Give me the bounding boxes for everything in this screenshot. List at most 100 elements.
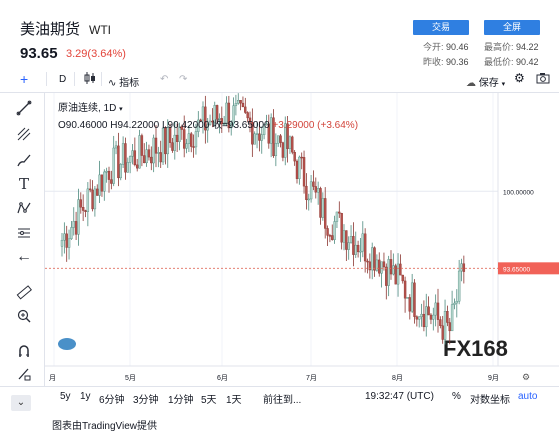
camera-icon[interactable] [536, 72, 550, 87]
candle-body [175, 134, 179, 142]
candle-body [382, 261, 386, 268]
goto-date-button[interactable]: 前往到... [263, 391, 301, 406]
settings-gear-icon[interactable]: ⚙ [514, 71, 525, 85]
range-button-4[interactable]: 1分钟 [168, 391, 194, 406]
stat-high: 最高价: 94.22 [484, 42, 539, 52]
range-button-6[interactable]: 1天 [226, 391, 242, 406]
candle-body [103, 171, 106, 192]
x-tick-label: 7月 [306, 374, 317, 382]
current-price-label: 93.65000 [503, 266, 530, 273]
candle-body [105, 170, 108, 173]
candle-body [131, 150, 134, 157]
back-arrow-icon[interactable]: ← [14, 247, 34, 267]
candle-body [443, 311, 447, 340]
candle-body [60, 239, 64, 247]
candle-body [309, 181, 313, 200]
candle-body [159, 152, 162, 163]
candle-body [314, 186, 317, 193]
ruler-icon[interactable] [14, 282, 34, 302]
candle-body [387, 259, 390, 286]
candle-body [462, 263, 466, 272]
candle-body [418, 316, 421, 320]
candle-body [378, 259, 381, 274]
brush-icon[interactable] [14, 150, 34, 170]
redo-icon[interactable]: ↷ [179, 74, 187, 85]
candle-body [65, 233, 68, 248]
candle-body [98, 174, 101, 196]
measure-tool-icon[interactable] [14, 223, 34, 243]
candle-body [96, 188, 99, 196]
candle-type-icon[interactable] [84, 71, 96, 88]
candle-body [133, 150, 137, 166]
candle-body [150, 156, 153, 164]
interval-selector[interactable]: D [59, 74, 66, 85]
candle-body [324, 198, 327, 229]
collapse-toolbar-icon[interactable]: ⌄ [11, 395, 31, 411]
candle-body [274, 143, 278, 157]
candle-body [338, 211, 341, 214]
candle-body [392, 265, 395, 275]
candle-body [361, 233, 364, 252]
candle-body [171, 142, 174, 151]
range-button-1[interactable]: 1y [80, 391, 91, 402]
utc-clock: 19:32:47 (UTC) [365, 391, 434, 402]
candle-body [363, 233, 367, 262]
text-tool-icon[interactable]: T [14, 174, 34, 194]
pattern-tool-icon[interactable] [14, 198, 34, 218]
range-button-0[interactable]: 5y [60, 391, 71, 402]
price-chart[interactable]: 月 5月 6月 7月 8月 9月 100.00000 FX168 93.65000 ⚙ [45, 93, 559, 386]
candle-body [164, 127, 167, 155]
candle-body [359, 250, 362, 253]
magnet-icon[interactable] [14, 341, 34, 361]
candle-body [288, 136, 292, 149]
candle-body [237, 100, 240, 104]
candle-body [380, 261, 383, 274]
candle-body [335, 211, 339, 222]
candle-body [396, 263, 400, 285]
chart-legend-title: 原油连续, 1D ▾ [58, 103, 123, 114]
crosshair-icon[interactable]: + [20, 71, 28, 87]
candle-body [194, 131, 198, 148]
candle-body [281, 142, 285, 158]
candle-body [319, 188, 322, 218]
trend-line-icon[interactable] [14, 98, 34, 118]
candle-body [408, 297, 411, 312]
candle-body [401, 274, 404, 282]
range-button-5[interactable]: 5天 [201, 391, 217, 406]
candle-body [340, 213, 343, 243]
candle-body [460, 263, 463, 272]
range-button-2[interactable]: 6分钟 [99, 391, 125, 406]
candle-body [121, 143, 125, 165]
save-button[interactable]: ☁ 保存 ▾ [466, 74, 505, 89]
lock-pen-icon[interactable] [14, 364, 34, 384]
candle-body [371, 247, 374, 271]
indicators-button[interactable]: ∿ 指标 [108, 74, 139, 89]
fullscreen-button[interactable]: 全屏 [484, 20, 540, 35]
candle-body [84, 210, 87, 212]
fx168-watermark: FX168 [58, 336, 508, 361]
candle-body [441, 325, 444, 340]
x-tick-label: 5月 [125, 374, 136, 382]
log-scale-toggle[interactable]: 对数坐标 [470, 391, 510, 406]
range-button-3[interactable]: 3分钟 [133, 391, 159, 406]
undo-icon[interactable]: ↶ [160, 74, 168, 85]
candle-body [77, 199, 80, 235]
candle-body [185, 143, 188, 149]
candle-body [425, 306, 428, 328]
candle-body [427, 306, 430, 316]
candle-body [373, 247, 376, 271]
zoom-in-icon[interactable] [14, 306, 34, 326]
candle-body [93, 188, 97, 210]
candle-body [439, 319, 442, 326]
candle-body [453, 302, 456, 305]
trade-button[interactable]: 交易 [413, 20, 469, 35]
candle-body [100, 174, 104, 192]
candle-body [67, 238, 71, 248]
candle-body [321, 198, 325, 218]
candle-body [347, 242, 350, 250]
percent-toggle[interactable]: % [452, 391, 461, 402]
auto-scale-toggle[interactable]: auto [518, 391, 537, 402]
candle-body [354, 244, 357, 255]
fib-tool-icon[interactable] [14, 124, 34, 144]
candle-body [63, 233, 66, 241]
